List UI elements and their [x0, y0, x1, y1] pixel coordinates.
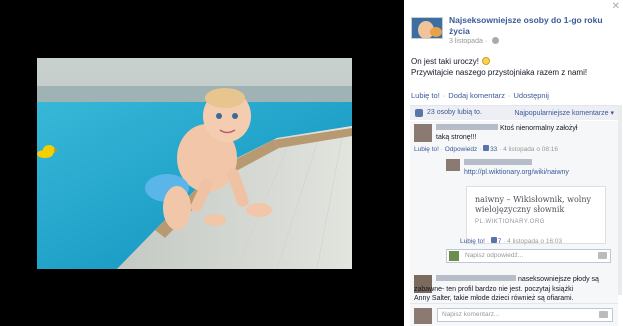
caption-line-2: Przywitajcie naszego przystojniaka razem… — [411, 68, 588, 77]
comment-1-reply-link[interactable]: Odpowiedz — [445, 146, 478, 153]
likes-bar: 23 osoby lubią to. Najpopularniejsze kom… — [410, 105, 618, 120]
globe-icon — [492, 37, 500, 44]
comment-1-like-link[interactable]: Lubię to! — [414, 146, 439, 153]
likes-count[interactable]: 23 osoby lubią to. — [427, 109, 482, 116]
comment-1-time[interactable]: 4 listopada o 08:16 — [503, 146, 558, 153]
post-header: Najseksowniejsze osoby do 1-go roku życi… — [411, 15, 616, 45]
reply-1-time[interactable]: 4 listopada o 16:03 — [507, 238, 562, 245]
comment-2-text-line-3: Anny Salter, takie młode dzieci również … — [414, 295, 574, 302]
sort-comments-dropdown[interactable]: Najpopularniejsze komentarze ▾ — [514, 109, 614, 117]
share-link[interactable]: Udostępnij — [513, 91, 548, 100]
close-icon[interactable]: ✕ — [612, 1, 620, 12]
photo-stage — [0, 0, 404, 326]
camera-icon[interactable] — [599, 311, 608, 318]
avatar[interactable] — [414, 124, 432, 142]
post-date[interactable]: 3 listopada — [449, 38, 483, 45]
redacted-name — [464, 159, 532, 165]
reply-1-likes[interactable]: 7 — [498, 238, 502, 245]
redacted-name — [436, 124, 498, 130]
caption-line-1: On jest taki uroczy! — [411, 57, 480, 66]
comment-2-cont: zabawne- ten profil bardzo nie jest. poc… — [414, 285, 618, 303]
reply-1-meta: Lubię to! · 7 · 4 listopada o 16:03 — [460, 237, 563, 245]
like-icon — [483, 145, 490, 151]
scrollbar[interactable] — [618, 105, 622, 295]
baby-pool-photo[interactable] — [37, 58, 352, 269]
post-meta: 3 listopada · — [449, 37, 500, 45]
redacted-name — [436, 275, 516, 281]
comment-placeholder: Napisz komentarz... — [442, 311, 500, 318]
comment-link[interactable]: Dodaj komentarz — [448, 91, 505, 100]
page-name[interactable]: Najseksowniejsze osoby do 1-go roku życi… — [449, 15, 609, 37]
post-caption: On jest taki uroczy! Przywitajcie naszeg… — [411, 56, 616, 78]
post-actions: Lubię to! · Dodaj komentarz · Udostępnij — [411, 91, 549, 100]
like-link[interactable]: Lubię to! — [411, 91, 440, 100]
comment-2: naseksowniejsze płody są — [436, 275, 616, 284]
comment-1-likes[interactable]: 33 — [490, 146, 497, 153]
like-icon — [415, 109, 423, 117]
reply-1-link[interactable]: http://pl.wiktionary.org/wiki/naiwny — [464, 169, 569, 176]
comment-1: Ktoś nienormalny założył taką stronę!!! — [436, 124, 614, 142]
avatar — [449, 251, 459, 261]
comment-1-text-line-1: Ktoś nienormalny założył — [500, 125, 578, 132]
comments-list: Ktoś nienormalny założył taką stronę!!! … — [410, 121, 618, 326]
camera-icon[interactable] — [598, 252, 607, 259]
link-preview-card[interactable]: naiwny – Wikisłownik, wolny wielojęzyczn… — [466, 186, 606, 244]
comment-2-text-line-2: zabawne- ten profil bardzo nie jest. poc… — [414, 286, 574, 293]
reply-input[interactable]: Napisz odpowiedź... — [446, 249, 611, 263]
link-preview-title[interactable]: naiwny – Wikisłownik, wolny wielojęzyczn… — [475, 195, 605, 215]
comment-input[interactable]: Napisz komentarz... — [437, 308, 613, 322]
link-preview-domain: PL.WIKTIONARY.ORG — [475, 219, 545, 225]
avatar — [414, 308, 432, 324]
like-icon — [490, 237, 497, 243]
avatar[interactable] — [446, 159, 460, 171]
reply-1-like-link[interactable]: Lubię to! — [460, 238, 485, 245]
reply-placeholder: Napisz odpowiedź... — [465, 252, 524, 259]
comment-1-text-line-2: taką stronę!!! — [436, 134, 477, 141]
comment-2-text-line-1: naseksowniejsze płody są — [518, 276, 599, 283]
comment-1-meta: Lubię to! · Odpowiedz · 33 · 4 listopada… — [414, 145, 559, 153]
write-comment-bar: Napisz komentarz... — [410, 303, 618, 324]
page-avatar[interactable] — [411, 17, 443, 39]
reply-1: http://pl.wiktionary.org/wiki/naiwny — [464, 159, 614, 177]
smiley-icon — [482, 57, 491, 65]
